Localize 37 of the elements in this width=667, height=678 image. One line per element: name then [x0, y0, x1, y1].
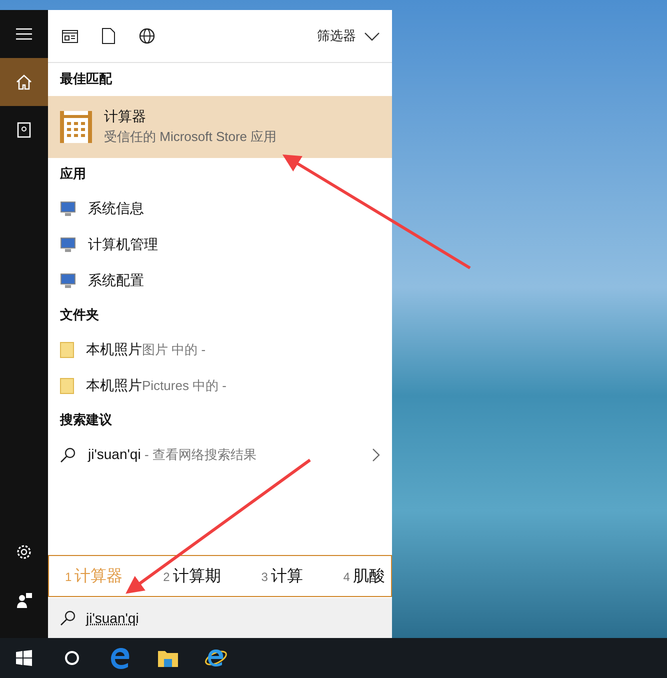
- search-icon: [60, 610, 76, 626]
- app-result-item[interactable]: 系统配置: [48, 263, 392, 299]
- user-icon: [16, 592, 32, 608]
- apps-filter-icon[interactable]: [62, 30, 78, 42]
- ime-candidate[interactable]: 4 肌酸: [343, 566, 385, 586]
- folder-icon: [60, 378, 74, 394]
- monitor-icon: [60, 201, 76, 217]
- monitor-icon: [60, 273, 76, 289]
- settings-icon: [16, 544, 32, 560]
- calculator-icon: [60, 111, 92, 143]
- chevron-down-icon: [364, 32, 380, 40]
- folder-result-item[interactable]: 本机照片Pictures 中的 -: [48, 368, 392, 404]
- app-description: 受信任的 Microsoft Store 应用: [104, 128, 277, 146]
- document-icon[interactable]: [102, 28, 115, 44]
- app-result-item[interactable]: 系统信息: [48, 191, 392, 227]
- section-heading: 文件夹: [59, 306, 100, 324]
- chevron-right-icon: [372, 448, 380, 462]
- app-result-item[interactable]: 计算机管理: [48, 227, 392, 263]
- section-heading: 搜索建议: [58, 411, 113, 429]
- menu-icon: [16, 28, 32, 40]
- ime-candidate[interactable]: 3 计算: [261, 566, 303, 586]
- app-name: 计算器: [104, 108, 147, 126]
- home-icon: [16, 74, 32, 90]
- ime-candidate[interactable]: 2 计算期: [163, 566, 221, 586]
- best-match-item[interactable]: 计算器 受信任的 Microsoft Store 应用: [48, 96, 392, 158]
- globe-icon[interactable]: [139, 28, 155, 44]
- folder-result-item[interactable]: 本机照片图片 中的 -: [48, 332, 392, 368]
- filter-dropdown[interactable]: 筛选器: [317, 27, 380, 45]
- folder-icon: [60, 342, 74, 358]
- monitor-icon: [60, 237, 76, 253]
- home-button[interactable]: [0, 58, 48, 106]
- web-suggestion-item[interactable]: ji'suan'qi - 查看网络搜索结果: [48, 437, 392, 473]
- search-icon: [60, 447, 76, 463]
- section-heading: 应用: [58, 165, 87, 183]
- search-box[interactable]: ji'suan'qi: [48, 598, 392, 638]
- notebook-icon: [17, 122, 31, 138]
- section-heading: 最佳匹配: [59, 70, 114, 88]
